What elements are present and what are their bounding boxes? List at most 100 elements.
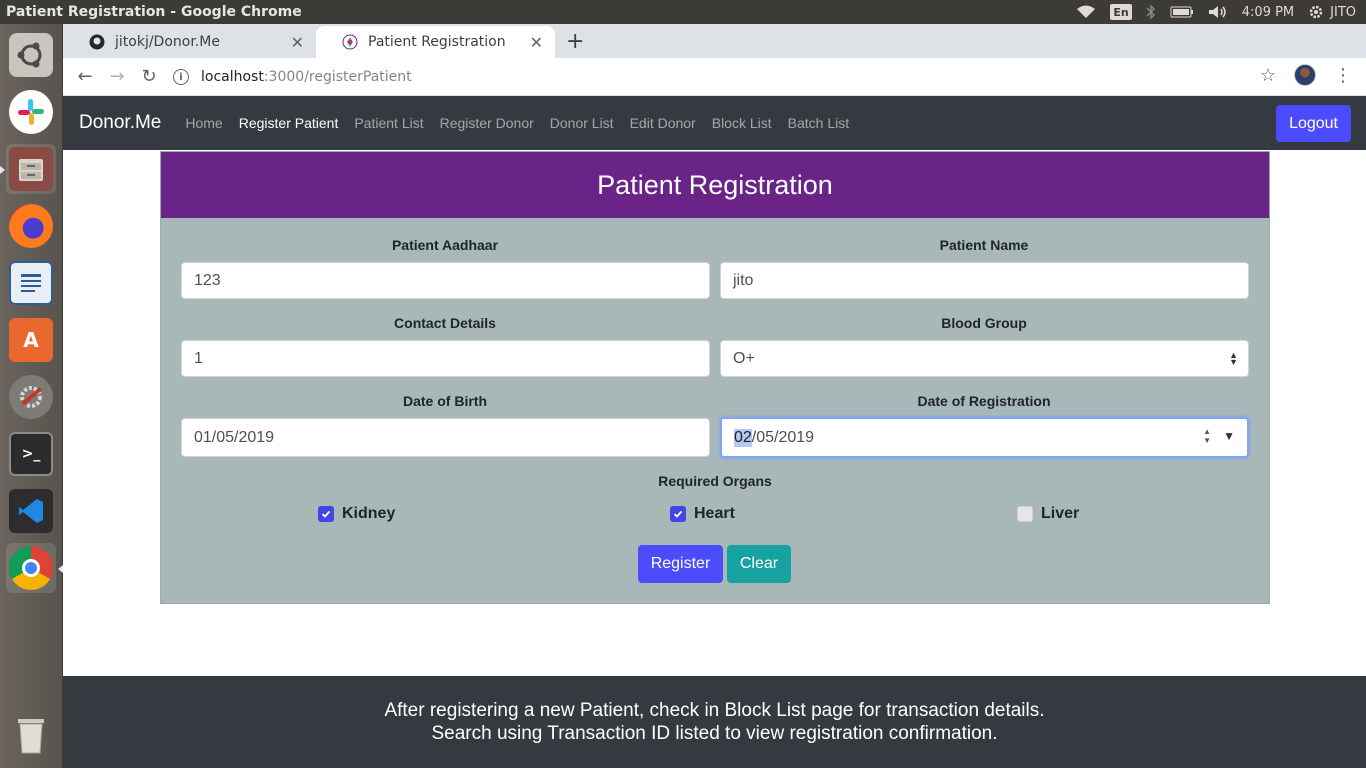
address-bar[interactable]: i localhost:3000/registerPatient [173, 62, 1273, 92]
url-path: :3000/registerPatient [263, 69, 412, 85]
settings-launcher[interactable] [6, 372, 56, 422]
shopping-bag-icon: A [9, 318, 53, 362]
name-input[interactable]: jito [720, 262, 1249, 299]
checkmark-icon [670, 506, 686, 522]
liver-label: Liver [1041, 505, 1080, 522]
clock[interactable]: 4:09 PM [1242, 0, 1294, 24]
forward-arrow-icon[interactable]: → [101, 66, 133, 87]
writer-launcher[interactable] [6, 258, 56, 308]
blood-group-value: O+ [733, 349, 755, 367]
nav-donor-list[interactable]: Donor List [542, 115, 622, 131]
contact-label: Contact Details [394, 315, 496, 331]
launcher: A >_ [0, 24, 63, 768]
kidney-checkbox[interactable]: Kidney [318, 505, 395, 523]
app-favicon-icon [342, 34, 358, 50]
dor-input[interactable]: 02/05/2019 ▲ ▼ ▼ [720, 417, 1249, 458]
user-name[interactable]: JITO [1330, 0, 1356, 24]
web-page: Donor.Me Home Register Patient Patient L… [63, 96, 1366, 768]
menu-dots-icon[interactable]: ⋮ [1334, 65, 1352, 86]
tab-github[interactable]: jitokj/Donor.Me ✕ [63, 26, 316, 58]
brand-logo[interactable]: Donor.Me [79, 112, 161, 134]
heart-checkbox[interactable]: Heart [670, 505, 735, 523]
info-icon[interactable]: i [173, 69, 189, 85]
nav-register-donor[interactable]: Register Donor [432, 115, 542, 131]
close-tab-icon[interactable]: ✕ [530, 33, 543, 52]
profile-avatar[interactable] [1294, 64, 1316, 86]
keyboard-layout-indicator[interactable]: En [1110, 4, 1132, 20]
document-icon [9, 261, 53, 305]
volume-icon[interactable] [1208, 0, 1228, 24]
footer-line-1: After registering a new Patient, check i… [384, 700, 1045, 721]
window-title: Patient Registration - Google Chrome [6, 4, 302, 20]
browser-window: jitokj/Donor.Me ✕ Patient Registration ✕… [63, 24, 1366, 768]
firefox-icon [9, 204, 53, 248]
nav-batch-list[interactable]: Batch List [780, 115, 857, 131]
ubuntu-logo-icon [9, 33, 53, 77]
page-footer: After registering a new Patient, check i… [63, 676, 1366, 768]
new-tab-icon[interactable]: + [566, 29, 584, 54]
aadhaar-input[interactable]: 123 [181, 262, 710, 299]
chrome-icon [9, 546, 53, 590]
liver-checkbox[interactable]: Liver [1017, 505, 1079, 523]
battery-icon[interactable] [1170, 0, 1194, 24]
gear-icon[interactable] [1308, 0, 1324, 24]
software-center-launcher[interactable]: A [6, 315, 56, 365]
dropdown-arrow-icon[interactable]: ▼ [1223, 429, 1235, 443]
close-tab-icon[interactable]: ✕ [291, 33, 304, 52]
form-title: Patient Registration [161, 152, 1269, 218]
organs-label: Required Organs [658, 473, 772, 489]
bookmark-star-icon[interactable]: ☆ [1260, 65, 1276, 86]
unchecked-box-icon [1017, 506, 1033, 522]
github-icon [89, 34, 105, 50]
blood-group-select[interactable]: O+ ▲ ▼ [720, 340, 1249, 377]
logout-button[interactable]: Logout [1276, 105, 1351, 142]
dor-label: Date of Registration [917, 393, 1051, 409]
wifi-icon[interactable] [1076, 0, 1096, 24]
chrome-launcher[interactable] [6, 543, 56, 593]
footer-line-2: Search using Transaction ID listed to vi… [431, 723, 998, 744]
contact-input[interactable]: 1 [181, 340, 710, 377]
vscode-icon [9, 489, 53, 533]
nav-patient-list[interactable]: Patient List [346, 115, 431, 131]
bluetooth-icon[interactable] [1146, 0, 1156, 24]
aadhaar-label: Patient Aadhaar [391, 237, 499, 253]
name-label: Patient Name [939, 237, 1029, 253]
dor-rest: /05/2019 [751, 428, 815, 446]
dob-input[interactable]: 01/05/2019 [181, 418, 710, 457]
terminal-launcher[interactable]: >_ [6, 429, 56, 479]
firefox-launcher[interactable] [6, 201, 56, 251]
tab-strip: jitokj/Donor.Me ✕ Patient Registration ✕… [63, 24, 1366, 58]
files-launcher[interactable] [6, 144, 56, 194]
dob-label: Date of Birth [403, 393, 487, 409]
nav-edit-donor[interactable]: Edit Donor [622, 115, 704, 131]
spinner-icon[interactable]: ▲ ▼ [1203, 427, 1211, 445]
nav-block-list[interactable]: Block List [704, 115, 780, 131]
clear-button[interactable]: Clear [727, 545, 791, 583]
tab-patient-registration[interactable]: Patient Registration ✕ [316, 26, 555, 58]
blood-group-label: Blood Group [941, 315, 1027, 331]
trash-icon [9, 713, 53, 757]
trash-launcher[interactable] [6, 710, 56, 760]
dor-day-segment: 02 [734, 428, 752, 447]
system-top-panel: Patient Registration - Google Chrome En … [0, 0, 1366, 24]
ubuntu-dash-launcher[interactable] [6, 30, 56, 80]
register-button[interactable]: Register [638, 545, 723, 583]
vscode-launcher[interactable] [6, 486, 56, 536]
app-navbar: Donor.Me Home Register Patient Patient L… [63, 96, 1366, 150]
back-arrow-icon[interactable]: ← [69, 66, 101, 87]
select-arrows-icon: ▲ ▼ [1229, 350, 1238, 367]
nav-home[interactable]: Home [177, 115, 230, 131]
wrench-gear-icon [9, 375, 53, 419]
heart-label: Heart [694, 505, 735, 522]
registration-card: Patient Registration Patient Aadhaar 123… [160, 151, 1270, 604]
reload-icon[interactable]: ↻ [133, 66, 165, 87]
terminal-icon: >_ [9, 432, 53, 476]
nav-register-patient[interactable]: Register Patient [231, 115, 347, 131]
slack-launcher[interactable] [6, 87, 56, 137]
checkmark-icon [318, 506, 334, 522]
running-indicator [0, 166, 5, 174]
url-host: localhost [201, 69, 264, 85]
tab-title: jitokj/Donor.Me [115, 34, 220, 50]
slack-icon [9, 90, 53, 134]
browser-toolbar: ← → ↻ i localhost:3000/registerPatient ☆… [63, 58, 1366, 96]
